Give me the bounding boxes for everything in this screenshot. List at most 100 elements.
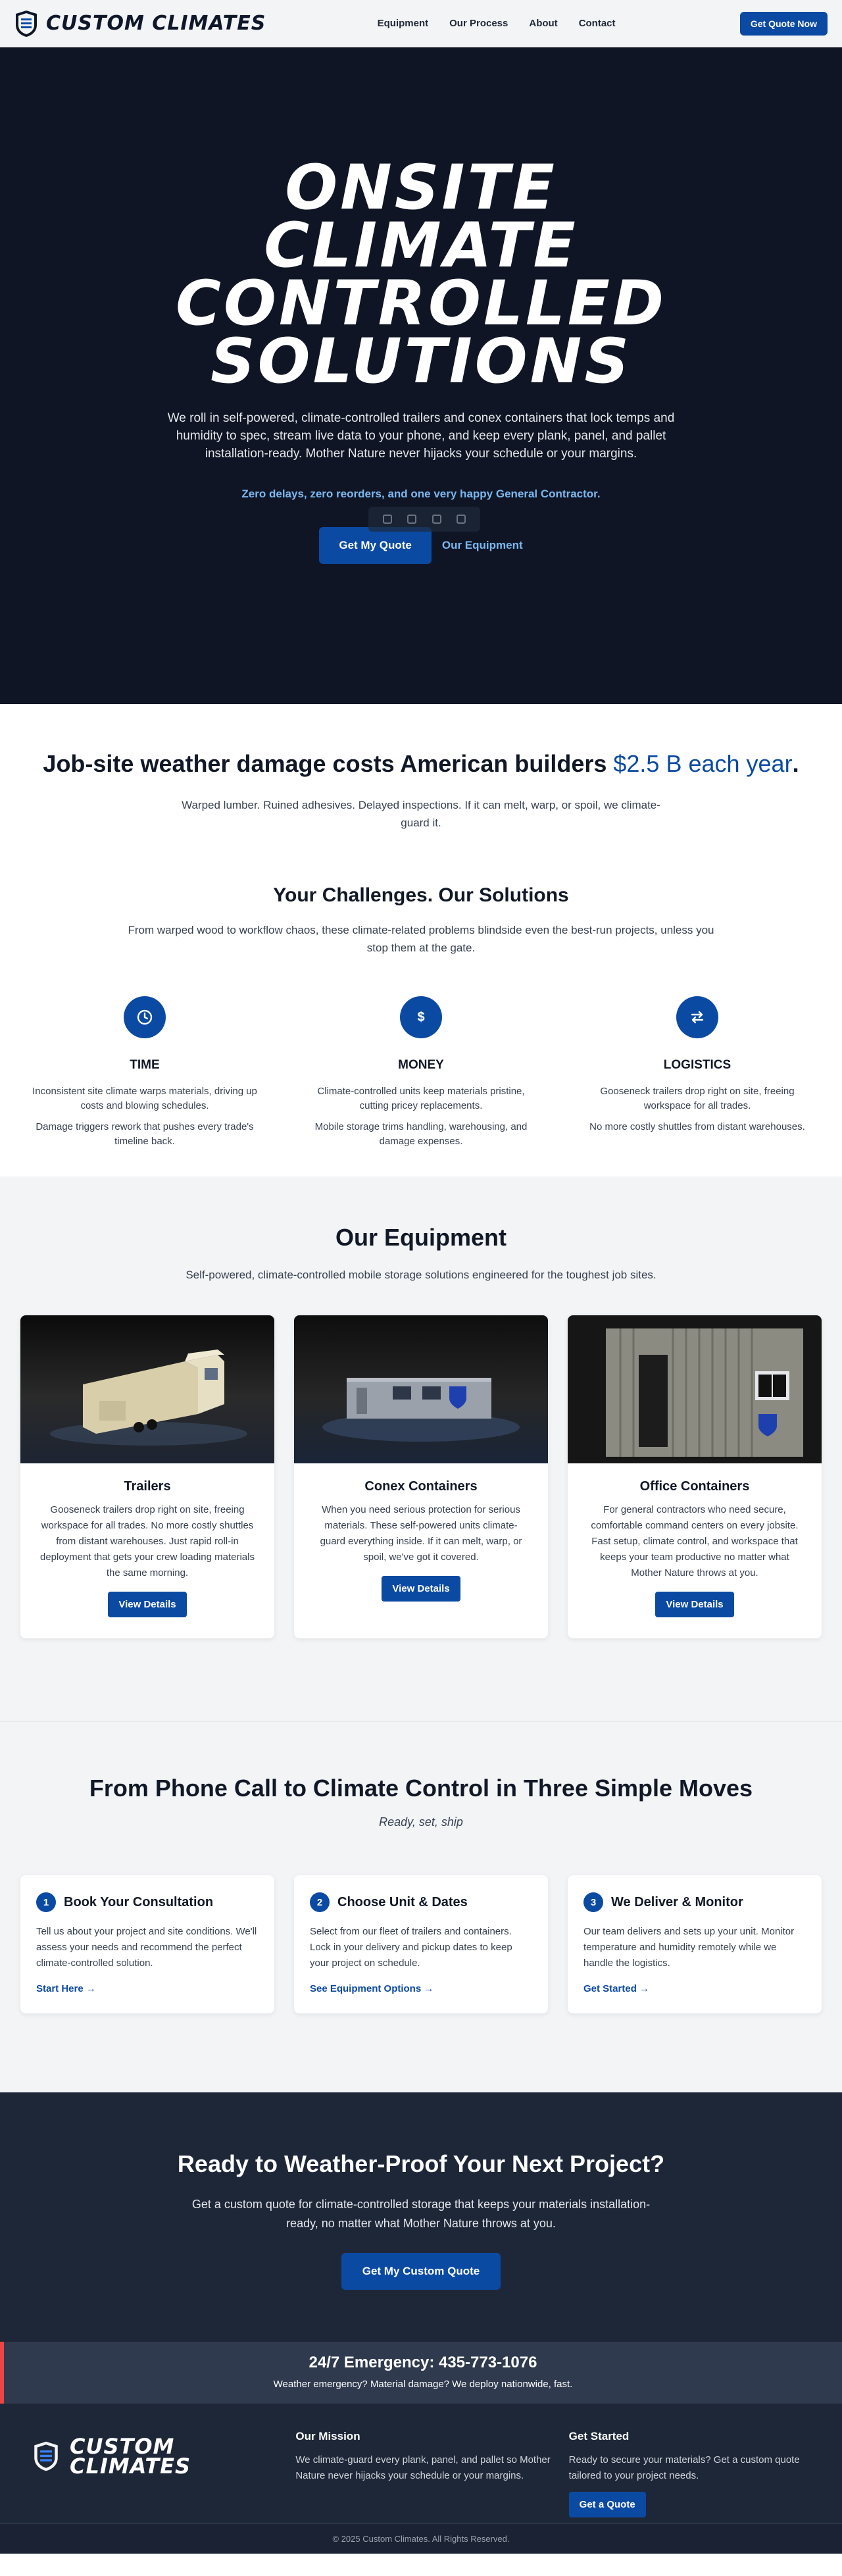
trailer-image: [20, 1315, 274, 1463]
challenge-solution: No more costly shuttles from distant war…: [589, 1121, 805, 1132]
footer-mission-title: Our Mission: [295, 2430, 360, 2442]
toolbar-icon[interactable]: [382, 515, 392, 524]
cta-section: Ready to Weather-Proof Your Next Project…: [0, 2092, 842, 2342]
toolbar-icon[interactable]: [457, 515, 466, 524]
cta-text: Get a custom quote for climate-controlle…: [191, 2198, 651, 2230]
emergency-banner: 24/7 Emergency: 435-773-1076 Weather eme…: [0, 2342, 842, 2404]
equipment-card-title: Office Containers: [639, 1479, 750, 1494]
cta-title: Ready to Weather-Proof Your Next Project…: [177, 2150, 665, 2177]
equipment-subtitle: Self-powered, climate-controlled mobile …: [186, 1269, 656, 1281]
hero-section: ONSITE CLIMATE CONTROLLED SOLUTIONS We r…: [0, 47, 842, 704]
challenge-solution: Mobile storage trims handling, warehousi…: [314, 1121, 528, 1147]
nav-link-about[interactable]: About: [529, 18, 557, 29]
get-quote-now-button[interactable]: Get Quote Now: [739, 11, 828, 36]
damage-headline: Job-site weather damage costs American b…: [0, 750, 842, 778]
footer-logo[interactable]: CUSTOM CLIMATES: [33, 2436, 295, 2479]
footer-brand-name: CUSTOM CLIMATES: [70, 2436, 191, 2479]
process-section: From Phone Call to Climate Control in Th…: [0, 1721, 842, 2092]
equipment-title: Our Equipment: [335, 1224, 507, 1251]
damage-section: Job-site weather damage costs American b…: [0, 704, 842, 1176]
copyright: © 2025 Custom Climates. All Rights Reser…: [0, 2523, 842, 2554]
hero-actions: Get My Quote Our Equipment: [0, 527, 842, 564]
equipment-card-title: Conex Containers: [364, 1479, 478, 1494]
equipment-card-text: Gooseneck trailers drop right on site, f…: [39, 1504, 255, 1578]
hero-title-line: ONSITE: [285, 152, 557, 224]
shield-logo-icon: [34, 2441, 58, 2471]
footer-get-started: Get Started Ready to secure your materia…: [568, 2430, 842, 2523]
challenge-solution: Damage triggers rework that pushes every…: [36, 1121, 254, 1147]
process-step-1: 1 Book Your Consultation Tell us about y…: [20, 1875, 274, 2013]
equipment-card-trailers: Trailers Gooseneck trailers drop right o…: [20, 1315, 274, 1638]
equipment-card-office: Office Containers For general contractor…: [568, 1315, 822, 1638]
equipment-grid: Trailers Gooseneck trailers drop right o…: [20, 1315, 822, 1638]
view-details-button[interactable]: View Details: [382, 1576, 460, 1602]
step-number-badge: 1: [36, 1892, 56, 1912]
footer-mission: Our Mission We climate-guard every plank…: [295, 2430, 568, 2523]
equipment-card-text: For general contractors who need secure,…: [591, 1504, 799, 1578]
our-equipment-link[interactable]: Our Equipment: [442, 539, 523, 552]
view-details-button[interactable]: View Details: [108, 1592, 187, 1617]
floating-toolbar[interactable]: [368, 507, 480, 532]
process-grid: 1 Book Your Consultation Tell us about y…: [20, 1875, 822, 2013]
process-step-3: 3 We Deliver & Monitor Our team delivers…: [568, 1875, 822, 2013]
view-details-button[interactable]: View Details: [655, 1592, 734, 1617]
step-number-badge: 3: [583, 1892, 603, 1912]
damage-cost-highlight: $2.5 B each year: [613, 750, 793, 777]
footer-brand-line: CLIMATES: [70, 2454, 191, 2479]
start-here-link[interactable]: Start Here →: [36, 1983, 96, 1994]
footer: CUSTOM CLIMATES Our Mission We climate-g…: [0, 2404, 842, 2523]
dollar-icon: $: [400, 996, 442, 1038]
challenge-title: TIME: [130, 1058, 160, 1072]
process-subtitle: Ready, set, ship: [379, 1815, 463, 1829]
equipment-card-conex: Conex Containers When you need serious p…: [294, 1315, 548, 1638]
hero-title-line: CLIMATE: [264, 210, 578, 282]
hero-title: ONSITE CLIMATE CONTROLLED SOLUTIONS: [125, 152, 717, 397]
challenge-title: MONEY: [398, 1058, 444, 1072]
get-my-quote-button[interactable]: Get My Quote: [319, 527, 432, 564]
damage-lead: Warped lumber. Ruined adhesives. Delayed…: [182, 799, 660, 829]
hero-tagline: Zero delays, zero reorders, and one very…: [241, 488, 601, 500]
nav-link-contact[interactable]: Contact: [579, 18, 616, 29]
get-a-quote-button[interactable]: Get a Quote: [568, 2492, 646, 2517]
equipment-section: Our Equipment Self-powered, climate-cont…: [0, 1176, 842, 1721]
step-title: Choose Unit & Dates: [337, 1894, 468, 1909]
challenges-grid: TIME Inconsistent site climate warps mat…: [26, 996, 816, 1149]
footer-get-started-text: Ready to secure your materials? Get a cu…: [568, 2454, 800, 2481]
get-started-link[interactable]: Get Started →: [583, 1983, 649, 1994]
nav-link-our-process[interactable]: Our Process: [449, 18, 508, 29]
challenge-money: $ MONEY Climate-controlled units keep ma…: [303, 996, 539, 1149]
hero-title-line: CONTROLLED: [175, 268, 666, 340]
toolbar-icon[interactable]: [407, 515, 417, 524]
step-title: We Deliver & Monitor: [611, 1894, 743, 1909]
emergency-phone[interactable]: 24/7 Emergency: 435-773-1076: [4, 2354, 842, 2372]
damage-headline-end: .: [792, 750, 799, 777]
hero-title-line: SOLUTIONS: [210, 326, 632, 397]
challenge-problem: Inconsistent site climate warps material…: [32, 1086, 257, 1111]
top-nav: CUSTOM CLIMATES Equipment Our Process Ab…: [0, 0, 842, 47]
step-text: Select from our fleet of trailers and co…: [310, 1926, 512, 1969]
step-text: Tell us about your project and site cond…: [36, 1926, 257, 1969]
get-my-custom-quote-button[interactable]: Get My Custom Quote: [341, 2253, 501, 2290]
footer-mission-text: We climate-guard every plank, panel, and…: [295, 2454, 551, 2481]
swap-arrows-icon: [676, 996, 718, 1038]
equipment-card-title: Trailers: [124, 1479, 171, 1494]
step-number-badge: 2: [310, 1892, 330, 1912]
step-title: Book Your Consultation: [64, 1894, 214, 1909]
damage-headline-text: Job-site weather damage costs American b…: [43, 750, 614, 777]
brand-logo[interactable]: CUSTOM CLIMATES: [14, 9, 266, 38]
footer-get-started-title: Get Started: [568, 2430, 630, 2442]
shield-logo-icon: [16, 10, 37, 37]
main-menu: Equipment Our Process About Contact: [378, 18, 616, 29]
challenge-logistics: LOGISTICS Gooseneck trailers drop right …: [579, 996, 816, 1149]
challenge-title: LOGISTICS: [663, 1058, 731, 1072]
step-text: Our team delivers and sets up your unit.…: [583, 1926, 795, 1969]
nav-link-equipment[interactable]: Equipment: [378, 18, 429, 29]
hero-subtitle: We roll in self-powered, climate-control…: [167, 411, 675, 461]
see-equipment-options-link[interactable]: See Equipment Options →: [310, 1983, 433, 1994]
office-container-image: [568, 1315, 822, 1463]
challenge-problem: Gooseneck trailers drop right on site, f…: [600, 1086, 795, 1111]
toolbar-icon[interactable]: [432, 515, 441, 524]
clock-icon: [124, 996, 166, 1038]
conex-image: [294, 1315, 548, 1463]
equipment-card-text: When you need serious protection for ser…: [320, 1504, 522, 1563]
